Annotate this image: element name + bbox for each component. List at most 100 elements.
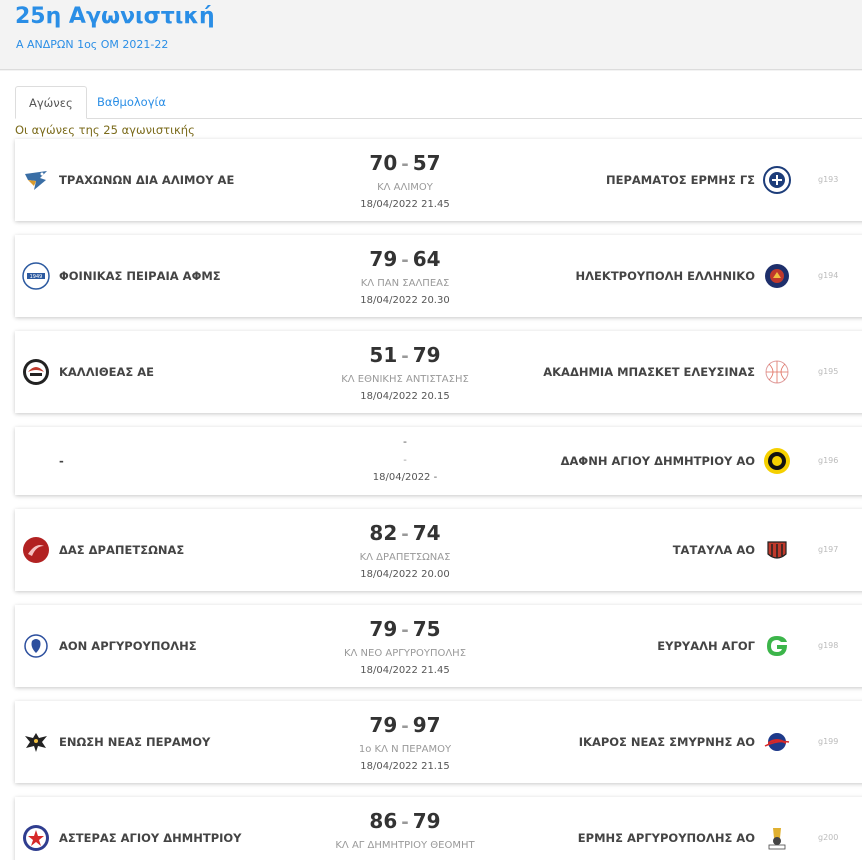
match-card[interactable]: ΤΡΑΧΩΝΩΝ ΔΙΑ ΑΛΙΜΟΥ ΑΕ 70-57 ΚΛ ΑΛΙΜΟΥ 1… (15, 139, 862, 221)
match-datetime: 18/04/2022 20.30 (360, 295, 450, 306)
away-score: 79 (412, 343, 441, 367)
match-code: g200 (818, 833, 839, 842)
red-black-circle-logo-icon (22, 358, 50, 386)
match-venue: ΚΛ ΠΑΝ ΣΑΛΠΕΑΣ (360, 278, 450, 289)
match-card[interactable]: 1949 ΦΟΙΝΙΚΑΣ ΠΕΙΡΑΙΑ ΑΦΜΣ 79-64 ΚΛ ΠΑΝ … (15, 235, 862, 317)
score-separator: - (401, 346, 409, 367)
match-venue: 1ο ΚΛ Ν ΠΕΡΑΜΟΥ (358, 744, 452, 755)
match-code: g199 (818, 737, 839, 746)
home-team-name[interactable]: ΤΡΑΧΩΝΩΝ ΔΙΑ ΑΛΙΜΟΥ ΑΕ (59, 173, 234, 187)
home-team-name[interactable]: ΕΝΩΣΗ ΝΕΑΣ ΠΕΡΑΜΟΥ (59, 735, 210, 749)
match-code: g198 (818, 641, 839, 650)
score-separator: - (401, 524, 409, 545)
red-swoosh-logo-icon (22, 536, 50, 564)
match-venue: ΚΛ ΝΕΟ ΑΡΓΥΡΟΥΠΟΛΗΣ (343, 648, 467, 659)
green-text-logo-icon (763, 632, 791, 660)
page-subtitle: Α ΑΝΔΡΩΝ 1ος ΟΜ 2021-22 (16, 38, 169, 51)
away-score: 74 (412, 521, 441, 545)
away-team-name[interactable]: ΕΥΡΥΑΛΗ ΑΓΟΓ (657, 639, 755, 653)
match-datetime: 18/04/2022 21.45 (360, 199, 450, 210)
shield-red-blue-logo-icon (763, 262, 791, 290)
score-separator: - (401, 250, 409, 271)
tab-standings[interactable]: Βαθμολογία (84, 86, 179, 119)
round-blue-logo-icon (763, 166, 791, 194)
score-separator: - (401, 716, 409, 737)
yellow-black-logo-icon (763, 447, 791, 475)
match-score: 79-97 (295, 713, 515, 737)
tab-matches[interactable]: Αγώνες (15, 86, 87, 119)
match-datetime: 18/04/2022 20.00 (360, 569, 450, 580)
home-score: 86 (369, 809, 398, 833)
match-card[interactable]: ΚΑΛΛΙΘΕΑΣ ΑΕ 51-79 ΚΛ ΕΘΝΙΚΗΣ ΑΝΤΙΣΤΑΣΗΣ… (15, 331, 862, 413)
match-card[interactable]: ΔΑΣ ΔΡΑΠΕΤΣΩΝΑΣ 82-74 ΚΛ ΔΡΑΠΕΤΣΩΝΑΣ 18/… (15, 509, 862, 591)
home-team-name[interactable]: ΔΑΣ ΔΡΑΠΕΤΣΩΝΑΣ (59, 543, 184, 557)
away-team-name[interactable]: ΑΚΑΔΗΜΙΑ ΜΠΑΣΚΕΤ ΕΛΕΥΣΙΝΑΣ (543, 365, 755, 379)
away-score: 64 (412, 247, 441, 271)
match-code: g194 (818, 271, 839, 280)
page-header: 25η Αγωνιστική Α ΑΝΔΡΩΝ 1ος ΟΜ 2021-22 (0, 0, 862, 70)
score-separator: - (401, 812, 409, 833)
match-datetime: 18/04/2022 21.45 (360, 665, 450, 676)
main-content: Αγώνες Βαθμολογία Οι αγώνες της 25 αγωνι… (0, 71, 862, 860)
black-eagle-logo-icon (22, 728, 50, 756)
match-code: g195 (818, 367, 839, 376)
home-team-name[interactable]: ΦΟΙΝΙΚΑΣ ΠΕΙΡΑΙΑ ΑΦΜΣ (59, 269, 221, 283)
home-team-name[interactable]: ΚΑΛΛΙΘΕΑΣ ΑΕ (59, 365, 154, 379)
match-card[interactable]: ΑΣΤΕΡΑΣ ΑΓΙΟΥ ΔΗΜΗΤΡΙΟΥ 86-79 ΚΛ ΑΓ ΔΗΜΗ… (15, 797, 862, 860)
home-score: 82 (369, 521, 398, 545)
red-star-logo-icon (22, 824, 50, 852)
match-datetime: 18/04/2022 21.15 (360, 761, 450, 772)
hermes-logo-icon (763, 824, 791, 852)
match-code: g193 (818, 175, 839, 184)
match-venue: ΚΛ ΑΛΙΜΟΥ (377, 182, 433, 193)
home-score: 79 (369, 247, 398, 271)
phoenix-1949-logo-icon: 1949 (22, 262, 50, 290)
match-score: - (403, 435, 407, 448)
score-separator: - (401, 154, 409, 175)
away-score: 79 (412, 809, 441, 833)
away-team-name[interactable]: ΗΛΕΚΤΡΟΥΠΟΛΗ ΕΛΛΗΝΙΚΟ (576, 269, 755, 283)
away-team-name[interactable]: ΕΡΜΗΣ ΑΡΓΥΡΟΥΠΟΛΗΣ ΑΟ (578, 831, 755, 845)
match-venue: - (403, 455, 407, 466)
match-venue: ΚΛ ΑΓ ΔΗΜΗΤΡΙΟΥ ΘΕΟΜΗΤ (335, 840, 475, 851)
red-black-stripes-logo-icon (763, 536, 791, 564)
match-score: 70-57 (295, 151, 515, 175)
match-score: 51-79 (295, 343, 515, 367)
match-venue: ΚΛ ΕΘΝΙΚΗΣ ΑΝΤΙΣΤΑΣΗΣ (341, 374, 469, 385)
home-score: 79 (369, 617, 398, 641)
match-code: g196 (818, 456, 839, 465)
matches-caption: Οι αγώνες της 25 αγωνιστικής (15, 123, 195, 137)
away-score: 97 (412, 713, 441, 737)
match-venue: ΚΛ ΔΡΑΠΕΤΣΩΝΑΣ (359, 552, 451, 563)
score-separator: - (401, 620, 409, 641)
away-team-name[interactable]: ΠΕΡΑΜΑΤΟΣ ΕΡΜΗΣ ΓΣ (606, 173, 755, 187)
match-score: 86-79 (295, 809, 515, 833)
blue-crest-logo-icon (22, 632, 50, 660)
match-score: 79-75 (295, 617, 515, 641)
match-card[interactable]: ΕΝΩΣΗ ΝΕΑΣ ΠΕΡΑΜΟΥ 79-97 1ο ΚΛ Ν ΠΕΡΑΜΟΥ… (15, 701, 862, 783)
red-blue-ball-logo-icon (763, 728, 791, 756)
match-datetime: 18/04/2022 - (372, 472, 438, 483)
match-score: 79-64 (295, 247, 515, 271)
away-team-name[interactable]: ΙΚΑΡΟΣ ΝΕΑΣ ΣΜΥΡΝΗΣ ΑΟ (579, 735, 755, 749)
home-team-name[interactable]: ΑΟΝ ΑΡΓΥΡΟΥΠΟΛΗΣ (59, 639, 197, 653)
bird-logo-icon (22, 166, 50, 194)
away-team-name[interactable]: ΔΑΦΝΗ ΑΓΙΟΥ ΔΗΜΗΤΡΙΟΥ ΑΟ (561, 454, 755, 468)
page-title: 25η Αγωνιστική (15, 4, 215, 29)
home-team-name[interactable]: - (59, 454, 64, 468)
match-card[interactable]: - - - 18/04/2022 - ΔΑΦΝΗ ΑΓΙΟΥ ΔΗΜΗΤΡΙΟΥ… (15, 427, 862, 495)
match-card[interactable]: ΑΟΝ ΑΡΓΥΡΟΥΠΟΛΗΣ 79-75 ΚΛ ΝΕΟ ΑΡΓΥΡΟΥΠΟΛ… (15, 605, 862, 687)
away-score: 75 (412, 617, 441, 641)
svg-text:1949: 1949 (30, 274, 43, 280)
match-datetime: 18/04/2022 20.15 (360, 391, 450, 402)
away-score: 57 (412, 151, 441, 175)
home-score: 51 (369, 343, 398, 367)
home-score: 70 (369, 151, 398, 175)
basketball-outline-logo-icon (763, 358, 791, 386)
match-code: g197 (818, 545, 839, 554)
away-team-name[interactable]: ΤΑΤΑΥΛΑ ΑΟ (673, 543, 755, 557)
tab-bar: Αγώνες Βαθμολογία (15, 86, 862, 119)
match-score: 82-74 (295, 521, 515, 545)
home-team-name[interactable]: ΑΣΤΕΡΑΣ ΑΓΙΟΥ ΔΗΜΗΤΡΙΟΥ (59, 831, 242, 845)
home-score: 79 (369, 713, 398, 737)
